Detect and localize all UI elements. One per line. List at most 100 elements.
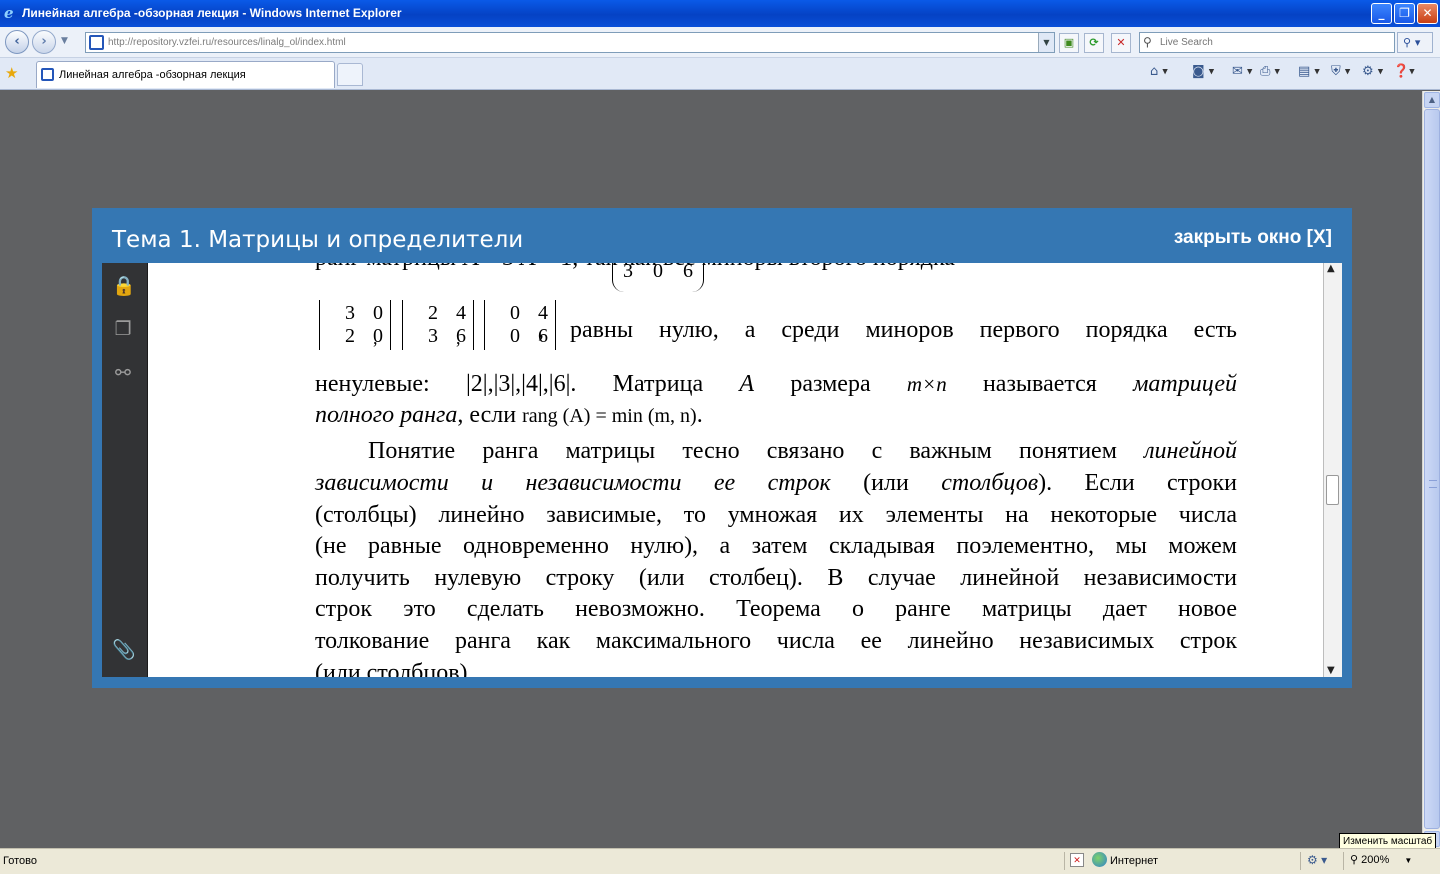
zoom-level: 200% (1361, 854, 1390, 866)
matrix-bottom-row: 3 0 6 (612, 263, 704, 292)
pdf-sidebar: 🔒 ❐ ⚯ 📎 (102, 263, 148, 677)
det-cell: 0 (510, 325, 520, 347)
attachment-paperclip-icon[interactable]: 📎 (112, 639, 136, 661)
text-fragment: . (696, 402, 703, 428)
paragraph-line: (столбцы) линейно зависимые, то умножая … (315, 502, 1237, 528)
zoom-dropdown-icon[interactable]: ▼ (1404, 856, 1412, 865)
scrollbar-thumb[interactable] (1424, 109, 1440, 829)
text-fragment: ненулевые: (315, 371, 430, 397)
paragraph-line: (или столбцов). (315, 660, 474, 677)
tab-favicon-icon (41, 68, 54, 81)
pdf-scroll-up-icon[interactable]: ▲ (1327, 263, 1335, 274)
zoom-control[interactable]: ⚲ 200% ▼ (1350, 853, 1412, 866)
address-url[interactable]: http://repository.vzfei.ru/resources/lin… (108, 37, 346, 48)
text-fragment: зависимости и независимости ее строк (315, 470, 831, 496)
refresh-button[interactable]: ⟳ (1084, 33, 1104, 53)
zoom-magnifier-icon: ⚲ (1350, 854, 1359, 866)
minor-determinant: 24 36 (402, 300, 474, 350)
window-titlebar: e Линейная алгебра -обзорная лекция - Wi… (0, 0, 1440, 27)
paragraph-line: получить нулевую строку (или столбец). В… (315, 565, 1237, 591)
text-fragment: Матрица (612, 371, 704, 397)
text-fragment: , если (457, 402, 523, 428)
paragraph-line: строк это сделать невозможно. Теорема о … (315, 596, 1237, 622)
text-fragment: размера (790, 371, 871, 397)
text-fragment: A (739, 371, 755, 397)
tab-label: Линейная алгебра -обзорная лекция (59, 69, 246, 81)
tab-bar: ★ Линейная алгебра -обзорная лекция ⌂ ▼ … (0, 58, 1440, 90)
pdf-scroll-down-icon[interactable]: ▼ (1327, 665, 1335, 676)
status-bar: Готово ✕ Интернет ⚙ ▾ ⚲ 200% ▼ (0, 848, 1440, 874)
full-rank-line: полного ранга, если rang (A) = min (m, n… (315, 400, 703, 431)
minor-determinant: 30 20 (319, 300, 391, 350)
security-zone-label: Интернет (1110, 855, 1158, 867)
lecture-title: Тема 1. Матрицы и определители (112, 227, 524, 253)
compatibility-view-button[interactable]: ▣ (1059, 33, 1079, 53)
pdf-scrollbar-thumb[interactable] (1326, 475, 1339, 505)
page-menu-icon[interactable]: ▤ ▼ (1298, 64, 1320, 82)
text-fragment: матрицей (1133, 371, 1238, 397)
search-box[interactable]: ⚲ (1139, 32, 1395, 53)
text-fragment: ). Если строки (1038, 470, 1237, 496)
help-icon[interactable]: ❓▼ (1393, 64, 1415, 82)
text-fragment: столбцов (941, 470, 1039, 496)
maximize-button[interactable]: ❐ (1394, 3, 1415, 24)
page-scrollbar[interactable]: ▲ ▼ (1422, 91, 1440, 848)
scroll-up-icon[interactable]: ▲ (1424, 92, 1440, 108)
nonzero-line: ненулевые: |2|,|3|,|4|,|6|. Матрица A ра… (315, 369, 1237, 401)
close-lecture-button[interactable]: закрыть окно [X] (1174, 227, 1332, 249)
forward-button[interactable]: › (32, 30, 56, 54)
mail-icon[interactable]: ✉ ▼ (1232, 64, 1252, 82)
recent-pages-dropdown-icon[interactable]: ▼ (61, 36, 68, 46)
search-button[interactable]: ⚲ ▾ (1397, 32, 1433, 53)
det-cell: 0 (510, 302, 520, 324)
address-dropdown-icon[interactable]: ▼ (1038, 33, 1054, 52)
text-fragment: полного ранга (315, 402, 458, 428)
comma: , (373, 328, 378, 348)
favorites-star-icon[interactable]: ★ (5, 64, 18, 82)
matrix-cell: 3 (623, 263, 633, 282)
navigation-bar: ‹ › ▼ http://repository.vzfei.ru/resourc… (0, 27, 1440, 58)
new-tab-button[interactable] (337, 63, 363, 86)
close-window-button[interactable]: ✕ (1417, 3, 1438, 24)
feeds-icon[interactable]: ◙ ▼ (1192, 64, 1214, 82)
safety-menu-icon[interactable]: ⛨ ▼ (1331, 64, 1350, 82)
text-fragment: линейной (1144, 438, 1237, 464)
binoculars-icon[interactable]: ⚯ (112, 362, 134, 384)
pdf-scrollbar[interactable]: ▲ ▼ (1323, 263, 1342, 677)
internet-zone-icon (1092, 852, 1107, 867)
protected-mode-icon[interactable]: ⚙ ▾ (1307, 853, 1327, 867)
status-text: Готово (3, 855, 37, 867)
back-button[interactable]: ‹ (5, 30, 29, 54)
paragraph-line: (не равные одновременно нулю), а затем с… (315, 533, 1237, 559)
stop-button[interactable]: ✕ (1111, 33, 1131, 53)
minimize-button[interactable]: _ (1371, 3, 1392, 24)
det-cell: 0 (373, 302, 383, 324)
text-fragment: m×n (906, 372, 947, 396)
minors-text: , равны нулю, а среди миноров первого по… (538, 317, 1237, 343)
det-cell: 3 (428, 325, 438, 347)
det-cell: 4 (456, 302, 466, 324)
paragraph-line: толкование ранга как максимального числа… (315, 628, 1237, 654)
pdf-viewer[interactable]: 🔒 ❐ ⚯ 📎 ранг матрицы A – 3 A = 1, так ка… (102, 263, 1342, 677)
pages-icon[interactable]: ❐ (112, 318, 134, 340)
window-title: Линейная алгебра -обзорная лекция - Wind… (22, 6, 402, 20)
print-icon[interactable]: ⎙ ▼ (1260, 64, 1280, 82)
lock-icon[interactable]: 🔒 (112, 275, 136, 297)
address-bar[interactable]: http://repository.vzfei.ru/resources/lin… (85, 32, 1055, 53)
text-fragment: Понятие ранга матрицы тесно связано с ва… (368, 438, 1145, 464)
text-fragment: называется (982, 371, 1097, 397)
det-cell: 6 (456, 325, 466, 347)
formula: rang (A) = min (m, n) (522, 405, 697, 427)
search-input[interactable] (1160, 35, 1390, 50)
popup-blocked-icon[interactable]: ✕ (1070, 853, 1084, 867)
det-cell: 2 (428, 302, 438, 324)
tools-gear-icon[interactable]: ⚙ ▼ (1362, 64, 1383, 82)
text-fragment: (или (830, 470, 942, 496)
paragraph-line: Понятие ранга матрицы тесно связано с ва… (368, 436, 1237, 468)
text-fragment: |2|,|3|,|4|,|6|. (465, 371, 577, 397)
comma: , (456, 328, 461, 348)
det-cell: 2 (345, 325, 355, 347)
tab-lecture[interactable]: Линейная алгебра -обзорная лекция (36, 61, 335, 88)
paragraph-line: зависимости и независимости ее строк (ил… (315, 468, 1237, 500)
home-icon[interactable]: ⌂ ▼ (1150, 64, 1168, 82)
